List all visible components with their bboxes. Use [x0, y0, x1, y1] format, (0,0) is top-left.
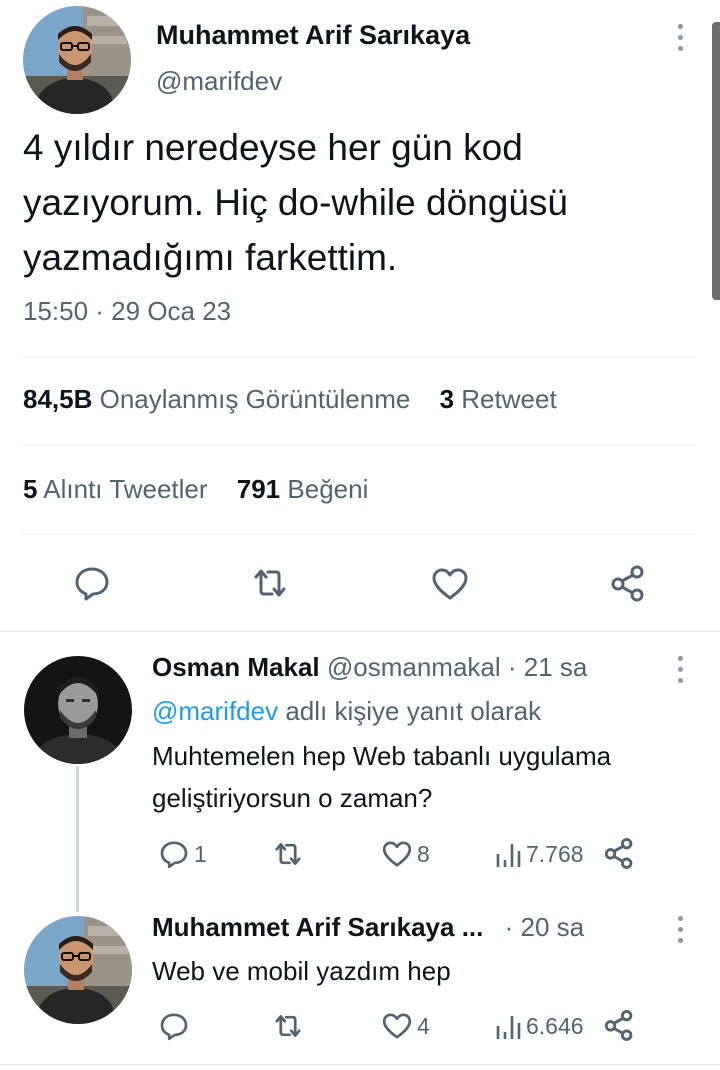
views-count: 84,5B — [23, 384, 93, 414]
like-button[interactable]: 4 — [381, 1010, 430, 1042]
like-icon — [432, 568, 468, 600]
retweets-stat[interactable]: 3 Retweet — [440, 384, 557, 414]
section-divider — [0, 631, 720, 632]
retweet-button[interactable] — [272, 1010, 308, 1042]
retweet-icon — [254, 569, 286, 597]
views-icon — [496, 844, 521, 867]
quotes-count: 5 — [23, 474, 38, 504]
retweet-button[interactable] — [272, 838, 308, 870]
reply-header: Muhammet Arif Sarıkaya ... · 20 sa — [152, 912, 584, 943]
views-label: Onaylanmış Görüntülenme — [99, 384, 411, 414]
like-icon — [382, 841, 412, 867]
stats-row-views: 84,5B Onaylanmış Görüntülenme 3 Retweet — [23, 384, 557, 415]
retweets-label: Retweet — [461, 384, 557, 414]
reply-avatar[interactable] — [24, 656, 132, 764]
divider — [23, 534, 696, 535]
views-icon — [496, 1016, 521, 1039]
author-name[interactable]: Muhammet Arif Sarıkaya — [156, 20, 470, 51]
share-button[interactable] — [602, 1008, 636, 1042]
reply-to-mention[interactable]: @marifdev — [152, 696, 278, 726]
share-icon — [611, 565, 644, 602]
reply-count: 1 — [194, 840, 207, 867]
likes-stat[interactable]: 791 Beğeni — [237, 474, 369, 504]
scrollbar[interactable] — [712, 22, 720, 300]
more-options-icon[interactable] — [676, 916, 684, 943]
reply-button[interactable] — [158, 1010, 194, 1042]
reply-text: Muhtemelen hep Web tabanlı uygulama geli… — [152, 741, 612, 813]
divider — [23, 356, 696, 357]
reply-icon — [75, 567, 109, 601]
reply-button[interactable] — [72, 563, 112, 603]
reply-author-name[interactable]: Osman Makal — [152, 652, 320, 682]
reply-text: Web ve mobil yazdım hep — [152, 956, 451, 986]
reply-button[interactable]: 1 — [158, 838, 207, 870]
like-button[interactable] — [430, 564, 470, 604]
thread-line — [76, 766, 79, 912]
reply-author-handle[interactable]: @osmanmakal — [327, 652, 501, 682]
reply-time[interactable]: · 21 sa — [508, 652, 588, 682]
section-divider — [0, 1064, 720, 1065]
divider — [23, 444, 696, 445]
share-icon — [604, 1009, 633, 1041]
replying-to: @marifdev adlı kişiye yanıt olarak — [152, 696, 541, 727]
tweet-text: 4 yıldır neredeyse her gün kod yazıyorum… — [23, 127, 568, 278]
view-count: 7.768 — [526, 840, 584, 867]
retweets-count: 3 — [439, 384, 455, 414]
quotes-label: Alıntı Tweetler — [43, 474, 208, 504]
retweet-icon — [275, 1015, 301, 1037]
views-button[interactable]: 6.646 — [494, 1010, 584, 1042]
reply-time[interactable]: · 20 sa — [505, 912, 585, 942]
reply-icon — [160, 1013, 188, 1041]
retweet-icon — [275, 843, 301, 865]
author-handle[interactable]: @marifdev — [156, 66, 282, 97]
author-avatar[interactable] — [23, 6, 131, 114]
likes-count: 791 — [236, 474, 281, 504]
likes-label: Beğeni — [287, 474, 369, 504]
reply-avatar[interactable] — [24, 916, 132, 1024]
share-icon — [604, 837, 633, 869]
like-count: 8 — [417, 840, 430, 867]
views-button[interactable]: 7.768 — [494, 838, 584, 870]
reply-header: Osman Makal @osmanmakal · 21 sa — [152, 652, 587, 683]
more-options-icon[interactable] — [676, 656, 684, 683]
reply-to-suffix: adlı kişiye yanıt olarak — [285, 696, 542, 726]
retweet-button[interactable] — [250, 563, 290, 603]
view-count: 6.646 — [526, 1012, 584, 1039]
quotes-stat[interactable]: 5 Alıntı Tweetler — [23, 474, 208, 504]
share-button[interactable] — [608, 563, 648, 603]
share-button[interactable] — [602, 836, 636, 870]
tweet-timestamp[interactable]: 15:50 · 29 Oca 23 — [23, 296, 231, 327]
reply-icon — [160, 841, 188, 869]
like-icon — [382, 1013, 412, 1039]
stats-row-engagement: 5 Alıntı Tweetler 791 Beğeni — [23, 474, 368, 505]
like-count: 4 — [417, 1012, 430, 1039]
like-button[interactable]: 8 — [381, 838, 430, 870]
more-options-icon[interactable] — [676, 24, 684, 51]
reply-author-name[interactable]: Muhammet Arif Sarıkaya ... — [152, 912, 483, 942]
